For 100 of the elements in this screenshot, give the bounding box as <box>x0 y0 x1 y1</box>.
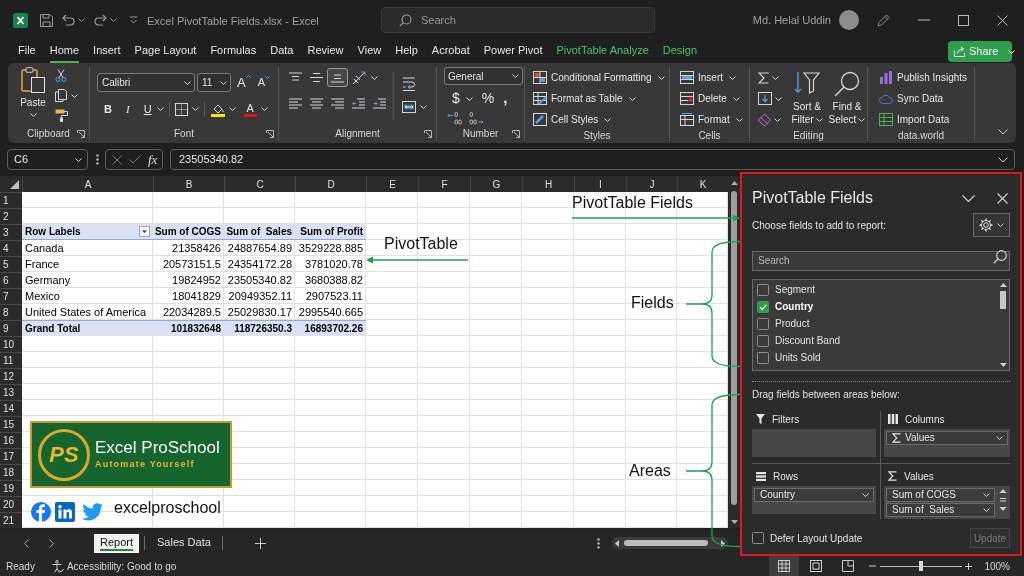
undo-icon[interactable] <box>62 14 75 26</box>
column-header[interactable]: E <box>366 176 418 192</box>
redo-icon[interactable] <box>94 14 107 26</box>
underline-button[interactable]: U <box>143 100 152 118</box>
caret-icon[interactable] <box>996 436 1003 440</box>
checkbox[interactable] <box>757 351 769 364</box>
currency-button[interactable]: $ <box>452 88 460 109</box>
row-header[interactable]: 20 <box>0 496 22 512</box>
ribbon-tab[interactable]: Insert <box>93 40 121 63</box>
bird-icon[interactable] <box>81 502 104 522</box>
row-header[interactable]: 10 <box>0 336 22 352</box>
facebook-icon[interactable] <box>31 502 51 522</box>
filter-dropdown-icon[interactable] <box>139 226 150 237</box>
caret-icon[interactable] <box>604 117 612 122</box>
wrap-text-icon[interactable] <box>402 76 416 91</box>
insert-button[interactable]: Insert <box>680 67 743 88</box>
caret-icon[interactable] <box>228 107 236 111</box>
caret-icon[interactable] <box>110 18 117 22</box>
decrease-decimal-icon[interactable] <box>469 112 484 125</box>
checkbox[interactable] <box>757 283 769 296</box>
comma-style-button[interactable]: , <box>503 87 508 110</box>
area-field-chip[interactable]: Sum of Sales <box>886 503 995 517</box>
column-header[interactable]: A <box>22 176 153 192</box>
expand-formula-icon[interactable] <box>998 156 1008 163</box>
caret-icon[interactable] <box>156 107 164 111</box>
font-size-dropdown[interactable]: 11 <box>197 73 231 92</box>
cancel-icon[interactable] <box>112 154 122 165</box>
grow-font-button[interactable]: A <box>237 75 251 90</box>
scroll-down-icon[interactable] <box>999 363 1007 367</box>
checkbox[interactable] <box>757 300 769 313</box>
avatar-icon[interactable] <box>839 10 859 30</box>
scroll-up-icon[interactable] <box>999 283 1007 287</box>
scroll-up-icon[interactable] <box>730 181 738 185</box>
delete-button[interactable]: Delete <box>680 88 743 109</box>
field-name[interactable]: Discount Band <box>775 333 841 348</box>
row-header[interactable]: 4 <box>0 240 22 256</box>
horizontal-scrollbar[interactable] <box>612 537 728 549</box>
chevron-down-icon[interactable] <box>962 194 975 202</box>
scroll-right-icon[interactable] <box>721 539 725 547</box>
caret-icon[interactable] <box>465 96 473 101</box>
caret-icon[interactable] <box>997 223 1004 227</box>
ribbon-tab[interactable]: Acrobat <box>431 40 470 63</box>
chevron-right-icon[interactable] <box>49 538 54 548</box>
borders-icon[interactable] <box>174 102 188 116</box>
paste-button[interactable]: Paste <box>20 67 46 109</box>
caret-icon[interactable] <box>983 493 990 497</box>
publish-insights-button[interactable]: Publish Insights <box>879 67 968 88</box>
row-header[interactable]: 14 <box>0 400 22 416</box>
column-header[interactable]: I <box>574 176 626 192</box>
row-header[interactable]: 16 <box>0 432 22 448</box>
zoom-level[interactable]: 100% <box>984 558 1010 574</box>
align-left-icon[interactable] <box>289 98 302 109</box>
increase-indent-icon[interactable] <box>373 98 386 109</box>
vertical-scrollbar[interactable] <box>728 176 740 528</box>
caret-icon[interactable] <box>815 118 823 123</box>
caret-icon[interactable] <box>862 493 869 497</box>
checkbox[interactable] <box>752 532 764 544</box>
caret-icon[interactable] <box>29 113 37 117</box>
row-header[interactable]: 17 <box>0 448 22 464</box>
column-header[interactable]: F <box>418 176 470 192</box>
insert-function-button[interactable]: fx <box>148 152 158 167</box>
bold-button[interactable]: B <box>104 100 112 118</box>
font-name-dropdown[interactable]: Calibri <box>97 73 195 92</box>
column-header[interactable]: G <box>470 176 522 192</box>
area-drop-zone[interactable]: Country <box>752 486 876 514</box>
number-format-dropdown[interactable]: General <box>444 67 523 85</box>
ribbon-tab[interactable]: Design <box>662 40 698 63</box>
area-field-chip[interactable]: Values <box>886 431 1008 445</box>
list-scrollbar[interactable] <box>998 280 1008 370</box>
find-select-button[interactable]: Find & Select <box>828 67 866 130</box>
shrink-font-button[interactable]: A <box>257 76 270 89</box>
ribbon-tab[interactable]: View <box>357 40 382 63</box>
autosum-icon[interactable] <box>758 71 769 84</box>
row-header[interactable]: 2 <box>0 208 22 224</box>
scroll-thumb[interactable] <box>624 540 708 546</box>
align-right-icon[interactable] <box>331 98 344 109</box>
font-color-button[interactable]: A <box>243 101 257 117</box>
scissors-icon[interactable] <box>55 69 67 82</box>
decrease-indent-icon[interactable] <box>352 98 365 109</box>
reorder-arrows-icon[interactable] <box>999 488 1007 512</box>
close-icon[interactable] <box>997 14 1008 26</box>
chevron-left-icon[interactable] <box>24 538 29 548</box>
caret-icon[interactable] <box>71 93 78 98</box>
caret-icon[interactable] <box>191 107 199 111</box>
pen-icon[interactable] <box>877 13 891 27</box>
italic-button[interactable]: I <box>125 100 130 118</box>
caret-icon[interactable] <box>75 157 82 162</box>
field-name[interactable]: Product <box>775 316 810 331</box>
field-name[interactable]: Country <box>775 299 814 314</box>
caret-icon[interactable] <box>420 105 427 109</box>
fill-down-icon[interactable] <box>758 92 772 105</box>
align-center-icon[interactable] <box>310 98 323 109</box>
row-header[interactable]: 11 <box>0 352 22 368</box>
scroll-down-icon[interactable] <box>730 520 738 524</box>
caret-icon[interactable] <box>184 80 191 85</box>
sheet-tab[interactable]: Sales Data <box>151 533 217 553</box>
row-header[interactable]: 7 <box>0 288 22 304</box>
caret-icon[interactable] <box>735 117 743 122</box>
caret-icon[interactable] <box>371 75 378 80</box>
add-sheet-icon[interactable] <box>254 537 266 549</box>
